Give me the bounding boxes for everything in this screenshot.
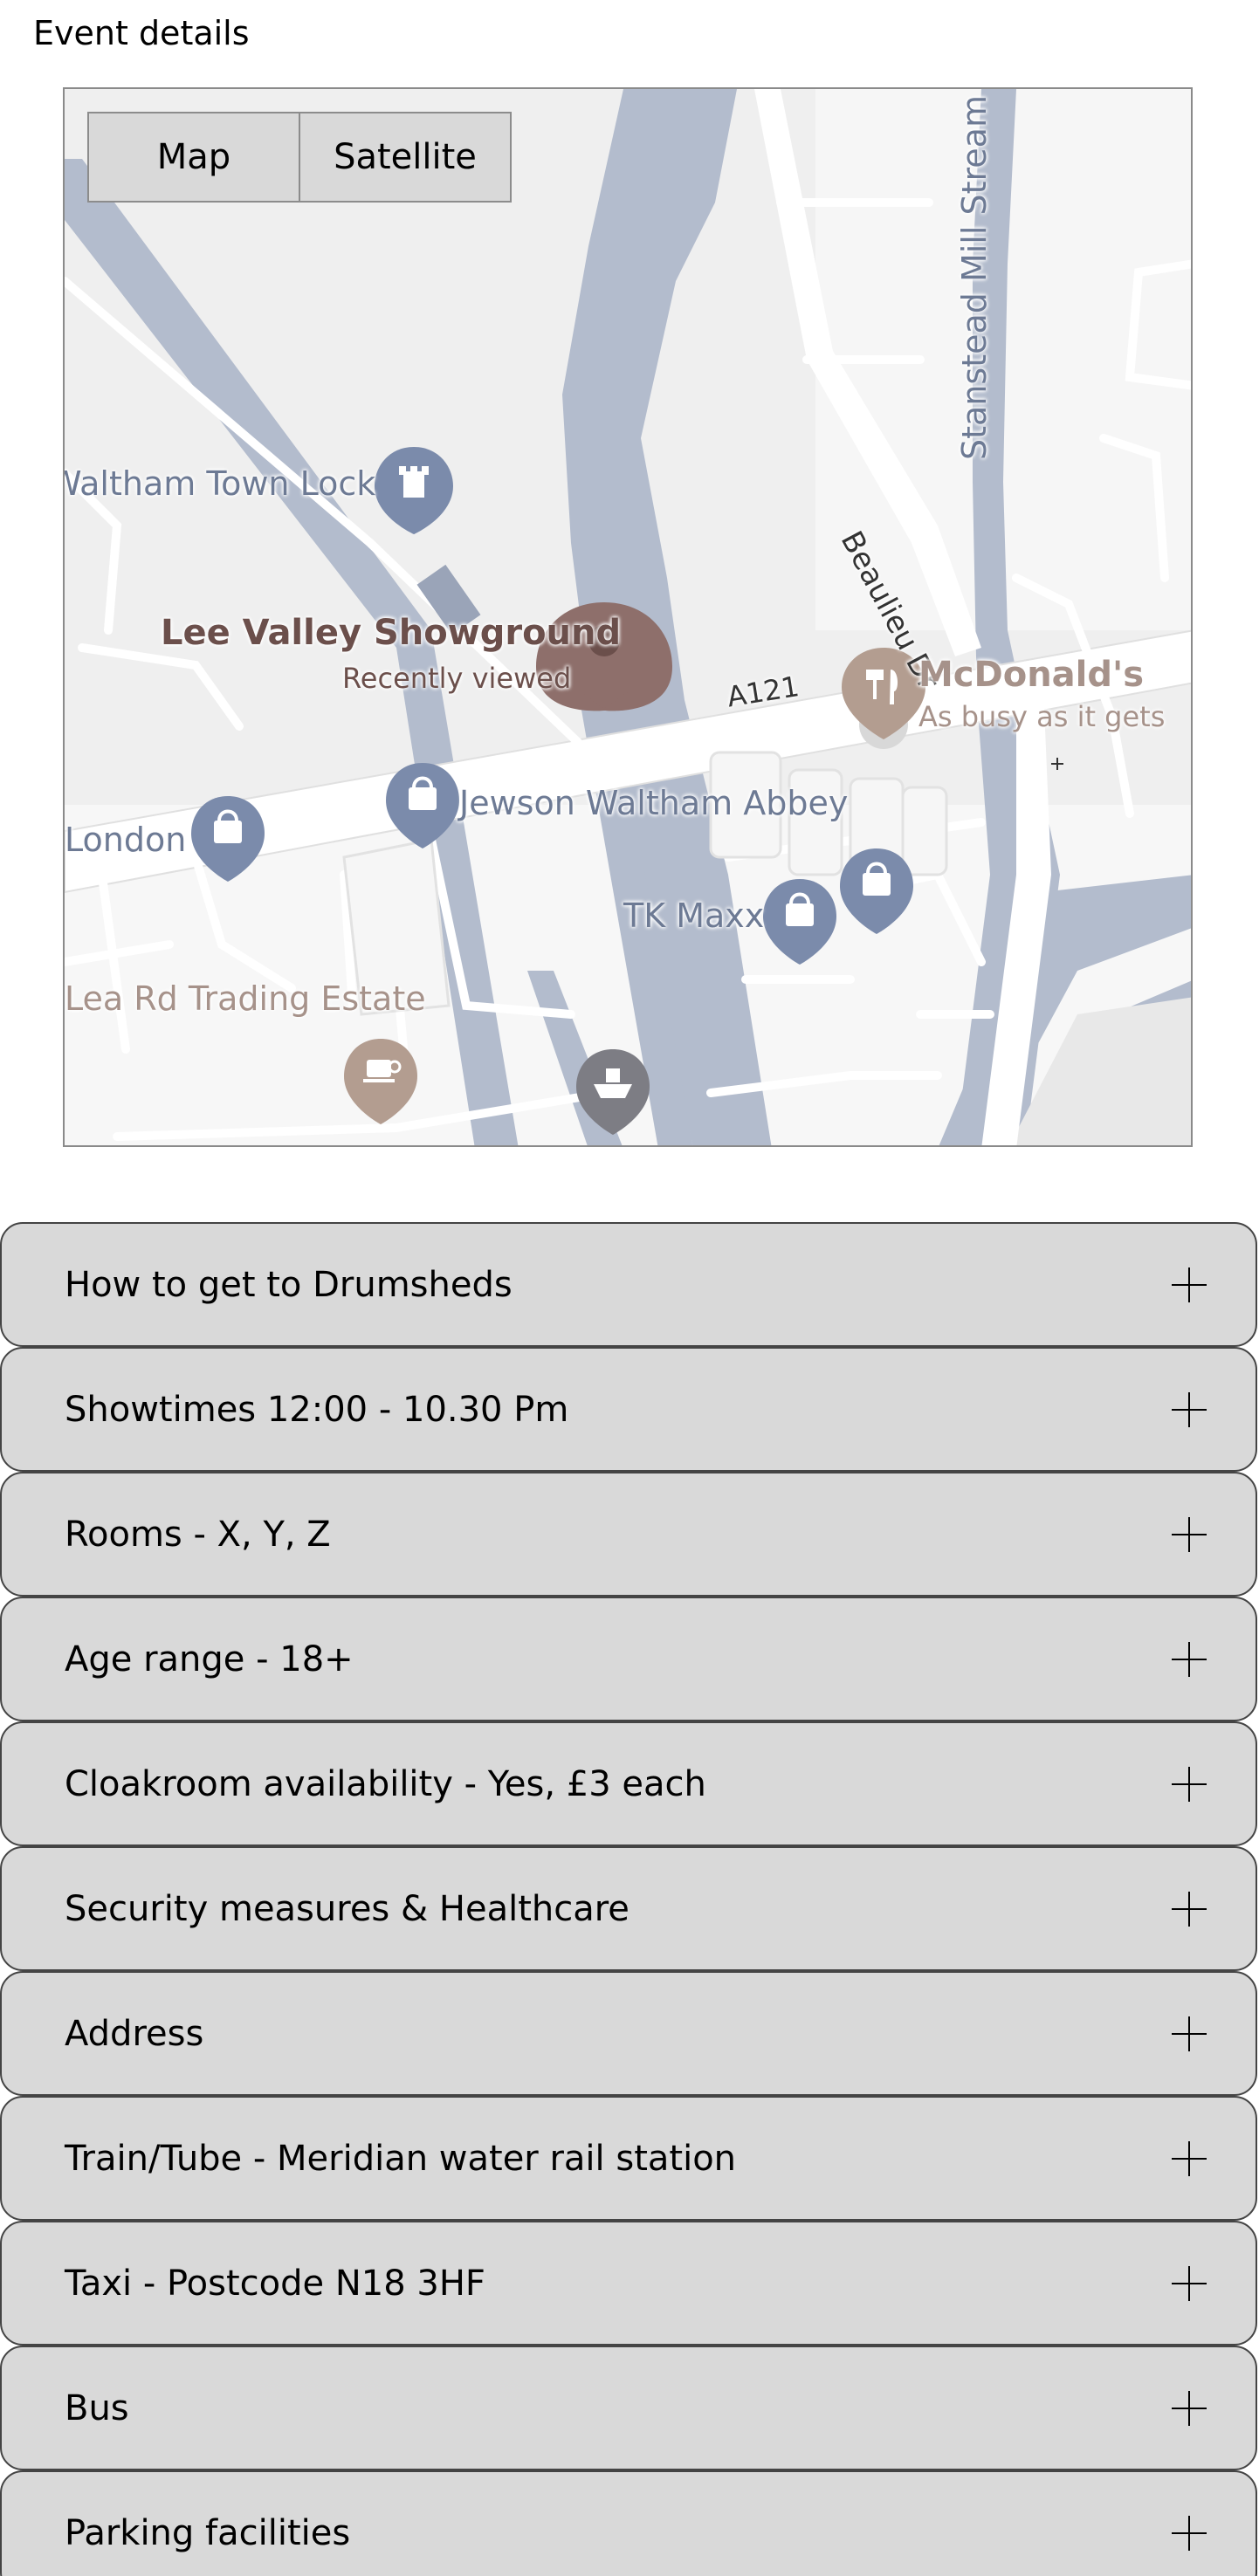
accordion-item-label: Parking facilities: [65, 2512, 351, 2553]
map-label-jewson[interactable]: Jewson Waltham Abbey: [459, 784, 848, 822]
plus-icon[interactable]: [1172, 1766, 1207, 1802]
plus-icon[interactable]: [1172, 1391, 1207, 1427]
accordion-item-bus[interactable]: Bus: [0, 2346, 1257, 2470]
map-label-stanstead-mill-stream: Stanstead Mill Stream: [955, 95, 994, 460]
accordion-item-taxi[interactable]: Taxi - Postcode N18 3HF: [0, 2221, 1257, 2346]
map-label-tk-maxx[interactable]: TK Maxx: [623, 896, 764, 935]
map-label-waltham-town-lock[interactable]: Waltham Town Lock: [65, 464, 375, 503]
map-type-toggle: Map Satellite: [87, 112, 512, 203]
map-label-lee-valley[interactable]: Lee Valley Showground: [161, 613, 621, 653]
accordion-item-security[interactable]: Security measures & Healthcare: [0, 1846, 1257, 1971]
accordion-item-label: Rooms - X, Y, Z: [65, 1514, 331, 1555]
map-label-mcdonalds-status: As busy as it gets: [918, 700, 1166, 733]
map-label-london[interactable]: London: [65, 821, 186, 859]
plus-icon[interactable]: [1172, 2140, 1207, 2176]
accordion-item-label: How to get to Drumsheds: [65, 1264, 513, 1305]
accordion-item-directions[interactable]: How to get to Drumsheds: [0, 1222, 1257, 1347]
page-title: Event details: [33, 14, 250, 52]
accordion-item-showtimes[interactable]: Showtimes 12:00 - 10.30 Pm: [0, 1347, 1257, 1472]
accordion-item-label: Address: [65, 2013, 204, 2054]
map-type-map-button[interactable]: Map: [89, 113, 300, 201]
accordion-item-label: Bus: [65, 2387, 129, 2428]
accordion-item-rooms[interactable]: Rooms - X, Y, Z: [0, 1472, 1257, 1597]
plus-icon[interactable]: [1172, 1516, 1207, 1552]
plus-icon[interactable]: [1172, 1641, 1207, 1677]
event-details-page: Event details Waltham Town Lock Lee Vall…: [0, 0, 1259, 2576]
map-view[interactable]: Waltham Town Lock Lee Valley Showground …: [63, 87, 1193, 1147]
accordion-item-label: Security measures & Healthcare: [65, 1888, 630, 1929]
plus-icon[interactable]: [1172, 2265, 1207, 2301]
plus-icon[interactable]: [1172, 1267, 1207, 1302]
accordion-item-label: Showtimes 12:00 - 10.30 Pm: [65, 1389, 569, 1430]
plus-icon[interactable]: [1172, 2016, 1207, 2051]
accordion-item-label: Taxi - Postcode N18 3HF: [65, 2263, 485, 2304]
accordion-item-address[interactable]: Address: [0, 1971, 1257, 2096]
map-type-satellite-button[interactable]: Satellite: [300, 113, 510, 201]
map-label-recently-viewed: Recently viewed: [342, 662, 572, 695]
map-label-lea-rd-trading[interactable]: Lea Rd Trading Estate: [65, 979, 426, 1018]
event-info-accordion: How to get to Drumsheds Showtimes 12:00 …: [0, 1222, 1259, 2576]
accordion-item-age-range[interactable]: Age range - 18+: [0, 1597, 1257, 1721]
accordion-item-parking[interactable]: Parking facilities: [0, 2470, 1257, 2576]
plus-icon[interactable]: [1172, 1891, 1207, 1927]
map-label-mcdonalds[interactable]: McDonald's: [918, 655, 1144, 695]
plus-icon[interactable]: [1172, 2515, 1207, 2551]
plus-icon[interactable]: [1172, 2390, 1207, 2426]
accordion-item-label: Cloakroom availability - Yes, £3 each: [65, 1763, 706, 1804]
accordion-item-label: Train/Tube - Meridian water rail station: [65, 2138, 737, 2179]
accordion-item-train-tube[interactable]: Train/Tube - Meridian water rail station: [0, 2096, 1257, 2221]
accordion-item-label: Age range - 18+: [65, 1638, 354, 1680]
accordion-item-cloakroom[interactable]: Cloakroom availability - Yes, £3 each: [0, 1721, 1257, 1846]
